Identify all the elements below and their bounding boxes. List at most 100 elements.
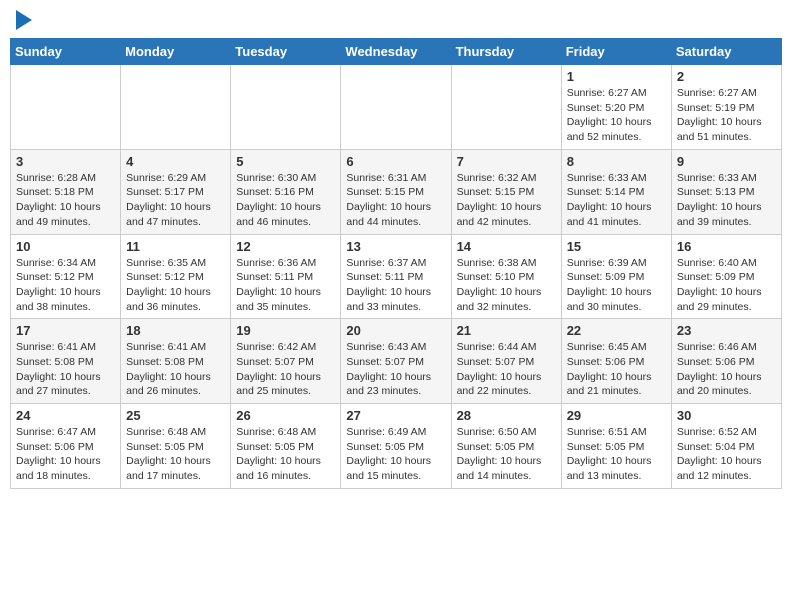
day-number: 29: [567, 408, 666, 423]
day-info: Sunrise: 6:51 AMSunset: 5:05 PMDaylight:…: [567, 425, 666, 484]
day-info: Sunrise: 6:30 AMSunset: 5:16 PMDaylight:…: [236, 171, 335, 230]
day-info: Sunrise: 6:48 AMSunset: 5:05 PMDaylight:…: [236, 425, 335, 484]
calendar-cell: 5 Sunrise: 6:30 AMSunset: 5:16 PMDaylight…: [231, 149, 341, 234]
day-number: 27: [346, 408, 445, 423]
calendar-cell: 2Sunrise: 6:27 AMSunset: 5:19 PMDaylight…: [671, 65, 781, 150]
calendar-cell: 27 Sunrise: 6:49 AMSunset: 5:05 PMDayligh…: [341, 404, 451, 489]
calendar-cell: 9 Sunrise: 6:33 AMSunset: 5:13 PMDaylight…: [671, 149, 781, 234]
calendar-cell: [231, 65, 341, 150]
weekday-header-friday: Friday: [561, 39, 671, 65]
day-number: 20: [346, 323, 445, 338]
calendar-cell: 12Sunrise: 6:36 AMSunset: 5:11 PMDayligh…: [231, 234, 341, 319]
calendar-week-5: 24 Sunrise: 6:47 AMSunset: 5:06 PMDayligh…: [11, 404, 782, 489]
day-number: 2: [677, 69, 776, 84]
day-number: 9: [677, 154, 776, 169]
calendar-week-1: 1 Sunrise: 6:27 AMSunset: 5:20 PMDaylight…: [11, 65, 782, 150]
calendar-cell: 30 Sunrise: 6:52 AMSunset: 5:04 PMDayligh…: [671, 404, 781, 489]
day-info: Sunrise: 6:47 AMSunset: 5:06 PMDaylight:…: [16, 425, 115, 484]
calendar-cell: 23 Sunrise: 6:46 AMSunset: 5:06 PMDayligh…: [671, 319, 781, 404]
day-number: 15: [567, 239, 666, 254]
day-number: 13: [346, 239, 445, 254]
calendar-cell: [11, 65, 121, 150]
day-info: Sunrise: 6:49 AMSunset: 5:05 PMDaylight:…: [346, 425, 445, 484]
calendar-cell: 8 Sunrise: 6:33 AMSunset: 5:14 PMDaylight…: [561, 149, 671, 234]
day-info: Sunrise: 6:33 AMSunset: 5:14 PMDaylight:…: [567, 171, 666, 230]
calendar-table: SundayMondayTuesdayWednesdayThursdayFrid…: [10, 38, 782, 489]
day-info: Sunrise: 6:44 AMSunset: 5:07 PMDaylight:…: [457, 340, 556, 399]
day-number: 1: [567, 69, 666, 84]
day-number: 19: [236, 323, 335, 338]
day-number: 7: [457, 154, 556, 169]
day-number: 25: [126, 408, 225, 423]
day-number: 17: [16, 323, 115, 338]
calendar-cell: 16Sunrise: 6:40 AMSunset: 5:09 PMDayligh…: [671, 234, 781, 319]
day-number: 21: [457, 323, 556, 338]
calendar-cell: 20Sunrise: 6:43 AMSunset: 5:07 PMDayligh…: [341, 319, 451, 404]
day-number: 23: [677, 323, 776, 338]
day-info: Sunrise: 6:28 AMSunset: 5:18 PMDaylight:…: [16, 171, 115, 230]
day-number: 12: [236, 239, 335, 254]
calendar-cell: 10 Sunrise: 6:34 AMSunset: 5:12 PMDayligh…: [11, 234, 121, 319]
calendar-cell: 13 Sunrise: 6:37 AMSunset: 5:11 PMDayligh…: [341, 234, 451, 319]
calendar-cell: 17 Sunrise: 6:41 AMSunset: 5:08 PMDayligh…: [11, 319, 121, 404]
day-info: Sunrise: 6:38 AMSunset: 5:10 PMDaylight:…: [457, 256, 556, 315]
calendar-cell: 4Sunrise: 6:29 AMSunset: 5:17 PMDaylight…: [121, 149, 231, 234]
calendar-cell: 14 Sunrise: 6:38 AMSunset: 5:10 PMDayligh…: [451, 234, 561, 319]
calendar-week-4: 17 Sunrise: 6:41 AMSunset: 5:08 PMDayligh…: [11, 319, 782, 404]
day-info: Sunrise: 6:48 AMSunset: 5:05 PMDaylight:…: [126, 425, 225, 484]
calendar-cell: 24 Sunrise: 6:47 AMSunset: 5:06 PMDayligh…: [11, 404, 121, 489]
weekday-header-wednesday: Wednesday: [341, 39, 451, 65]
day-info: Sunrise: 6:27 AMSunset: 5:20 PMDaylight:…: [567, 86, 666, 145]
day-info: Sunrise: 6:35 AMSunset: 5:12 PMDaylight:…: [126, 256, 225, 315]
calendar-cell: [451, 65, 561, 150]
day-number: 16: [677, 239, 776, 254]
calendar-cell: 6 Sunrise: 6:31 AMSunset: 5:15 PMDaylight…: [341, 149, 451, 234]
day-info: Sunrise: 6:31 AMSunset: 5:15 PMDaylight:…: [346, 171, 445, 230]
calendar-cell: 18 Sunrise: 6:41 AMSunset: 5:08 PMDayligh…: [121, 319, 231, 404]
day-info: Sunrise: 6:50 AMSunset: 5:05 PMDaylight:…: [457, 425, 556, 484]
calendar-header-row: SundayMondayTuesdayWednesdayThursdayFrid…: [11, 39, 782, 65]
calendar-cell: [341, 65, 451, 150]
day-number: 3: [16, 154, 115, 169]
day-number: 10: [16, 239, 115, 254]
day-info: Sunrise: 6:29 AMSunset: 5:17 PMDaylight:…: [126, 171, 225, 230]
calendar-cell: 21 Sunrise: 6:44 AMSunset: 5:07 PMDayligh…: [451, 319, 561, 404]
calendar-cell: 3 Sunrise: 6:28 AMSunset: 5:18 PMDaylight…: [11, 149, 121, 234]
day-info: Sunrise: 6:37 AMSunset: 5:11 PMDaylight:…: [346, 256, 445, 315]
calendar-week-2: 3 Sunrise: 6:28 AMSunset: 5:18 PMDaylight…: [11, 149, 782, 234]
day-info: Sunrise: 6:39 AMSunset: 5:09 PMDaylight:…: [567, 256, 666, 315]
weekday-header-monday: Monday: [121, 39, 231, 65]
calendar-cell: 29 Sunrise: 6:51 AMSunset: 5:05 PMDayligh…: [561, 404, 671, 489]
calendar-cell: 1 Sunrise: 6:27 AMSunset: 5:20 PMDaylight…: [561, 65, 671, 150]
day-info: Sunrise: 6:33 AMSunset: 5:13 PMDaylight:…: [677, 171, 776, 230]
calendar-week-3: 10 Sunrise: 6:34 AMSunset: 5:12 PMDayligh…: [11, 234, 782, 319]
day-number: 8: [567, 154, 666, 169]
day-number: 11: [126, 239, 225, 254]
day-info: Sunrise: 6:41 AMSunset: 5:08 PMDaylight:…: [126, 340, 225, 399]
day-number: 26: [236, 408, 335, 423]
day-number: 30: [677, 408, 776, 423]
day-info: Sunrise: 6:42 AMSunset: 5:07 PMDaylight:…: [236, 340, 335, 399]
day-number: 14: [457, 239, 556, 254]
day-info: Sunrise: 6:41 AMSunset: 5:08 PMDaylight:…: [16, 340, 115, 399]
logo-arrow-icon: [16, 10, 32, 30]
day-info: Sunrise: 6:34 AMSunset: 5:12 PMDaylight:…: [16, 256, 115, 315]
calendar-cell: 7Sunrise: 6:32 AMSunset: 5:15 PMDaylight…: [451, 149, 561, 234]
calendar-cell: 28 Sunrise: 6:50 AMSunset: 5:05 PMDayligh…: [451, 404, 561, 489]
day-info: Sunrise: 6:52 AMSunset: 5:04 PMDaylight:…: [677, 425, 776, 484]
calendar-cell: 11 Sunrise: 6:35 AMSunset: 5:12 PMDayligh…: [121, 234, 231, 319]
page-header: [10, 10, 782, 30]
day-number: 24: [16, 408, 115, 423]
day-number: 18: [126, 323, 225, 338]
calendar-cell: 22Sunrise: 6:45 AMSunset: 5:06 PMDayligh…: [561, 319, 671, 404]
weekday-header-tuesday: Tuesday: [231, 39, 341, 65]
calendar-cell: 19 Sunrise: 6:42 AMSunset: 5:07 PMDayligh…: [231, 319, 341, 404]
weekday-header-saturday: Saturday: [671, 39, 781, 65]
day-number: 6: [346, 154, 445, 169]
calendar-cell: 15 Sunrise: 6:39 AMSunset: 5:09 PMDayligh…: [561, 234, 671, 319]
calendar-cell: 25 Sunrise: 6:48 AMSunset: 5:05 PMDayligh…: [121, 404, 231, 489]
day-number: 28: [457, 408, 556, 423]
day-info: Sunrise: 6:46 AMSunset: 5:06 PMDaylight:…: [677, 340, 776, 399]
day-number: 5: [236, 154, 335, 169]
weekday-header-thursday: Thursday: [451, 39, 561, 65]
